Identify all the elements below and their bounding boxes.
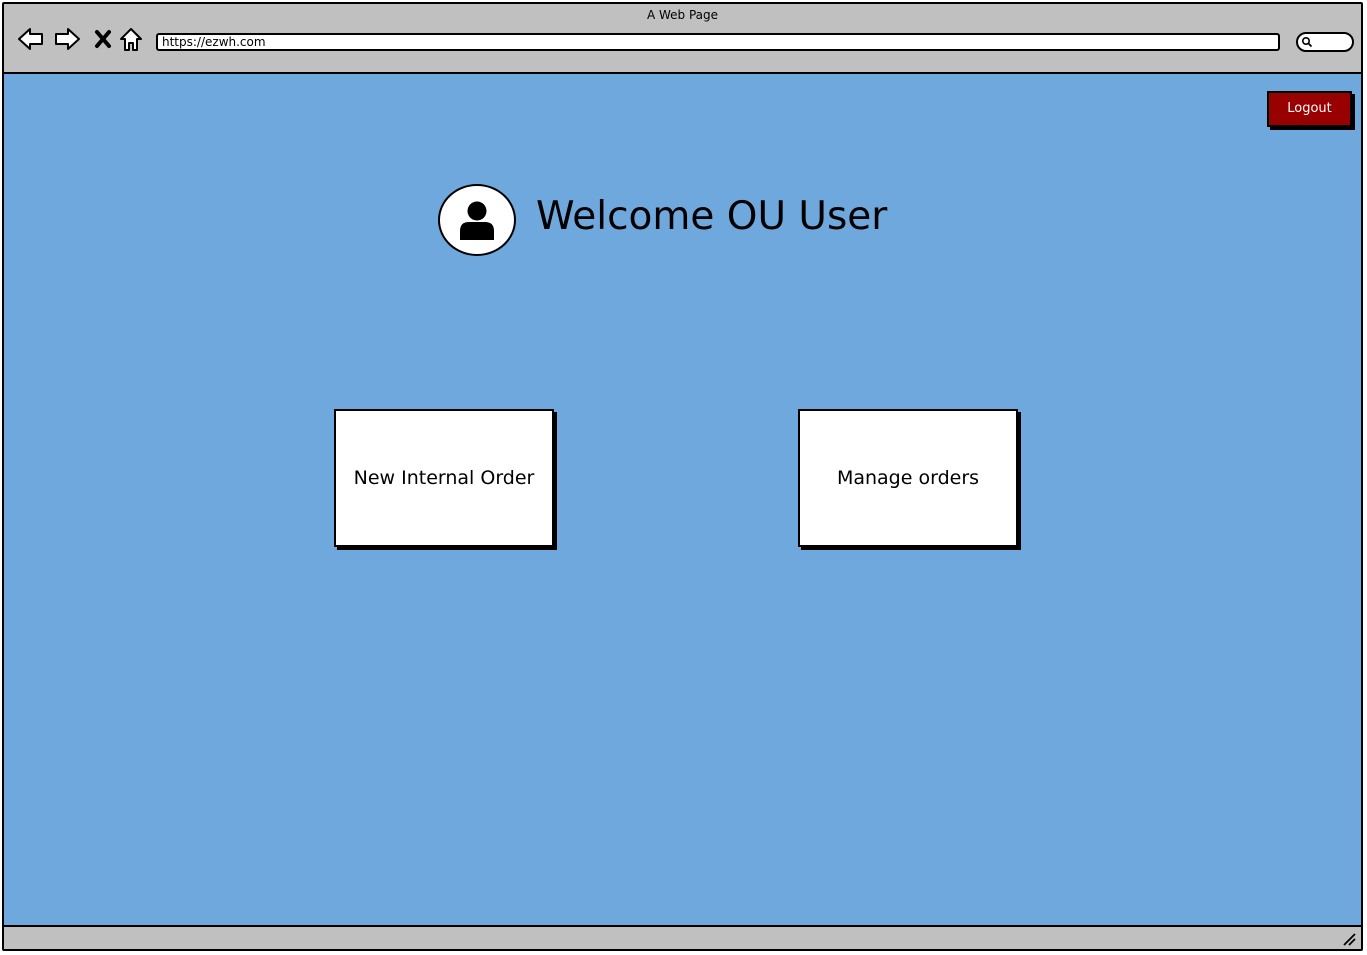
search-icon bbox=[1301, 36, 1313, 48]
page-content: Logout Welcome OU User New Internal Orde… bbox=[4, 74, 1361, 927]
browser-search-field[interactable] bbox=[1296, 32, 1354, 52]
user-avatar bbox=[438, 184, 516, 256]
back-arrow-icon[interactable] bbox=[16, 24, 46, 54]
logout-button[interactable]: Logout bbox=[1267, 91, 1352, 127]
browser-window: A Web Page https://ezwh.com Logout Welco… bbox=[2, 2, 1363, 951]
manage-orders-button[interactable]: Manage orders bbox=[798, 409, 1018, 547]
browser-toolbar: A Web Page https://ezwh.com bbox=[4, 4, 1361, 74]
resize-grip-icon[interactable] bbox=[1341, 931, 1357, 947]
new-internal-order-button[interactable]: New Internal Order bbox=[334, 409, 554, 547]
window-title: A Web Page bbox=[646, 8, 719, 22]
stop-close-icon[interactable] bbox=[88, 24, 118, 54]
home-icon[interactable] bbox=[116, 24, 146, 54]
user-icon bbox=[460, 201, 494, 240]
address-bar[interactable]: https://ezwh.com bbox=[156, 33, 1280, 51]
forward-arrow-icon[interactable] bbox=[52, 24, 82, 54]
status-bar bbox=[4, 927, 1361, 949]
welcome-title: Welcome OU User bbox=[536, 194, 888, 239]
